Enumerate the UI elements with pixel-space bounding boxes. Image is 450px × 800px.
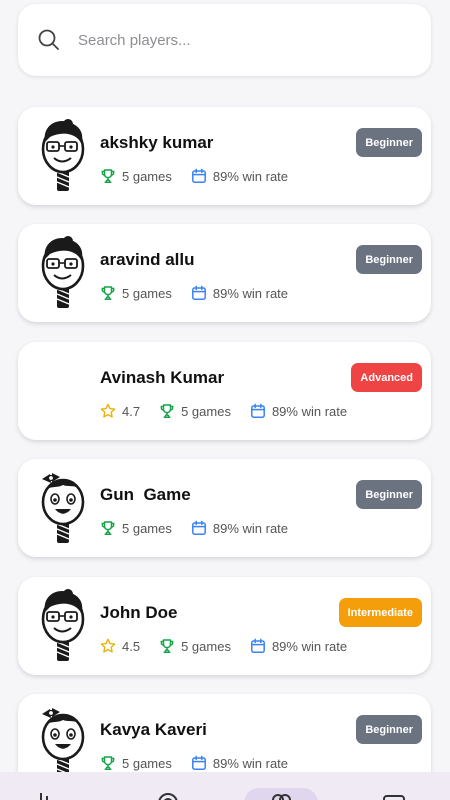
win-rate: 89% win rate <box>271 403 348 419</box>
games-count: 5 games <box>181 638 231 654</box>
trophy-icon <box>100 285 116 301</box>
trophy-icon <box>100 755 116 771</box>
win-rate: 89% win rate <box>212 755 289 771</box>
chart-icon[interactable] <box>38 792 54 800</box>
trophy-icon <box>159 638 175 654</box>
star-icon <box>100 638 116 654</box>
calendar-icon <box>191 168 207 184</box>
player-rating: 4.7 <box>122 403 141 419</box>
trophy-icon <box>100 520 116 536</box>
player-card[interactable]: Gun Game Beginner 5 games 89% win rate <box>18 459 431 557</box>
games-count: 5 games <box>122 755 172 771</box>
level-badge: Beginner <box>356 128 422 157</box>
games-count: 5 games <box>181 403 231 419</box>
win-rate-stat: 89% win rate <box>250 403 347 419</box>
calendar-icon <box>250 403 266 419</box>
player-card[interactable]: akshky kumar Beginner 5 games 89% win ra… <box>18 107 431 205</box>
users-icon[interactable] <box>270 792 292 800</box>
player-stats: 5 games 89% win rate <box>100 754 307 772</box>
search-input[interactable] <box>78 25 378 55</box>
trophy-icon <box>100 168 116 184</box>
win-rate-stat: 89% win rate <box>191 168 288 184</box>
message-icon[interactable] <box>382 794 406 800</box>
games-stat: 5 games <box>159 638 231 654</box>
paddle-face-icon <box>38 236 88 310</box>
bottom-nav <box>0 772 450 800</box>
level-badge: Beginner <box>356 245 422 274</box>
paddle-face-icon <box>38 119 88 193</box>
player-name: aravind allu <box>100 250 195 269</box>
player-rating: 4.5 <box>122 638 141 654</box>
player-stats: 4.7 5 games 89% win rate <box>100 402 366 420</box>
games-count: 5 games <box>122 168 172 184</box>
win-rate-stat: 89% win rate <box>250 638 347 654</box>
trophy-icon <box>159 403 175 419</box>
players-screen: akshky kumar Beginner 5 games 89% win ra… <box>0 0 450 800</box>
games-stat: 5 games <box>100 755 172 771</box>
player-name: Kavya Kaveri <box>100 720 207 739</box>
calendar-icon <box>191 520 207 536</box>
paddle-face-icon <box>38 589 88 663</box>
calendar-icon <box>250 638 266 654</box>
games-stat: 5 games <box>100 168 172 184</box>
player-stats: 5 games 89% win rate <box>100 519 307 537</box>
search-bar[interactable] <box>18 4 431 76</box>
player-name: John Doe <box>100 603 178 622</box>
games-stat: 5 games <box>100 285 172 301</box>
level-badge: Advanced <box>351 363 422 392</box>
player-name: akshky kumar <box>100 133 214 152</box>
games-count: 5 games <box>122 285 172 301</box>
win-rate: 89% win rate <box>212 168 289 184</box>
level-badge: Beginner <box>356 480 422 509</box>
player-stats: 5 games 89% win rate <box>100 167 307 185</box>
games-stat: 5 games <box>100 520 172 536</box>
rating-stat: 4.5 <box>100 638 140 654</box>
player-name: Avinash Kumar <box>100 368 225 387</box>
win-rate-stat: 89% win rate <box>191 755 288 771</box>
search-icon <box>38 29 60 51</box>
star-icon <box>100 403 116 419</box>
player-card[interactable]: John Doe Intermediate 4.5 5 games 89% wi… <box>18 577 431 675</box>
games-count: 5 games <box>122 520 172 536</box>
player-stats: 5 games 89% win rate <box>100 284 307 302</box>
calendar-icon <box>191 755 207 771</box>
level-badge: Beginner <box>356 715 422 744</box>
paddle-face-bow-icon <box>38 471 88 545</box>
player-card[interactable]: Avinash Kumar Advanced 4.7 5 games 89% w… <box>18 342 431 440</box>
win-rate: 89% win rate <box>271 638 348 654</box>
win-rate-stat: 89% win rate <box>191 520 288 536</box>
win-rate-stat: 89% win rate <box>191 285 288 301</box>
calendar-icon <box>191 285 207 301</box>
level-badge: Intermediate <box>338 598 422 627</box>
player-name: Gun Game <box>100 485 191 504</box>
target-icon[interactable] <box>157 792 179 800</box>
win-rate: 89% win rate <box>212 520 289 536</box>
player-card[interactable]: aravind allu Beginner 5 games 89% win ra… <box>18 224 431 322</box>
paddle-face-bow-icon <box>38 706 88 780</box>
rating-stat: 4.7 <box>100 403 140 419</box>
win-rate: 89% win rate <box>212 285 289 301</box>
games-stat: 5 games <box>159 403 231 419</box>
player-stats: 4.5 5 games 89% win rate <box>100 637 366 655</box>
